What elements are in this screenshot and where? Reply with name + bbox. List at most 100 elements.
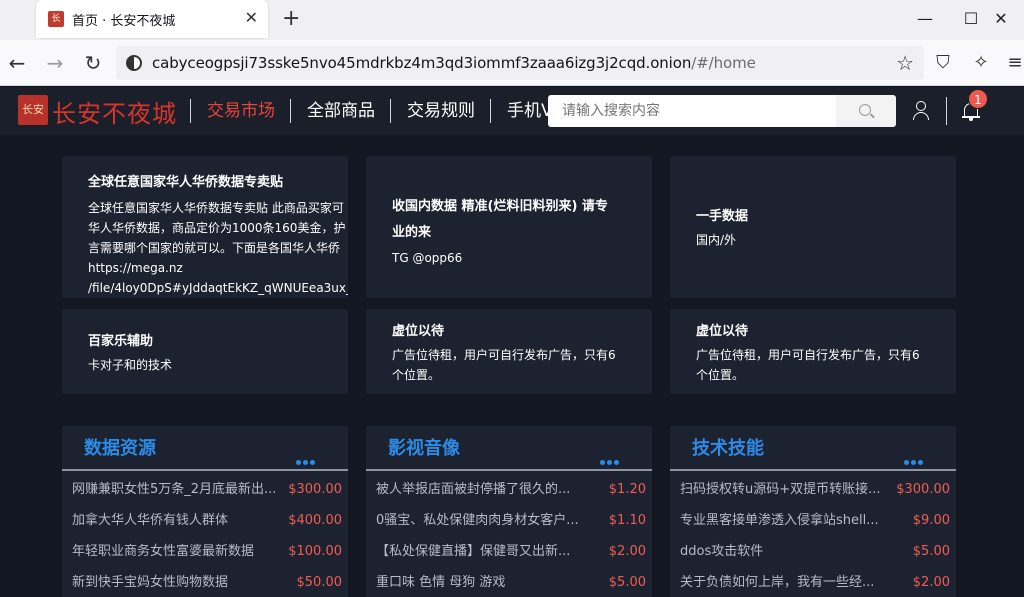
card-body: 国内/外 bbox=[696, 233, 737, 247]
item-name: 关于负债如何上岸，我有一些经... bbox=[680, 575, 875, 590]
item-name: 年轻职业商务女性富婆最新数据 bbox=[72, 544, 255, 559]
minimize-button[interactable]: — bbox=[902, 6, 948, 32]
info-card[interactable]: 虚位以待 广告位待租，用户可自行发布广告，只有6 个位置。 bbox=[366, 309, 652, 394]
user-icon[interactable] bbox=[912, 101, 930, 121]
category-panel-data: 数据资源 网赚兼职女性5万条_2月底最新出... $300.00 加拿大华人华侨… bbox=[62, 426, 348, 597]
nav-divider bbox=[190, 99, 191, 123]
card-title: 虚位以待 bbox=[392, 324, 445, 339]
item-name: ddos攻击软件 bbox=[680, 544, 764, 559]
list-item[interactable]: 年轻职业商务女性富婆最新数据 $100.00 bbox=[62, 536, 348, 567]
panel-header: 影视音像 bbox=[366, 426, 652, 471]
list-item[interactable]: 专业黑客接单渗透入侵拿站shell... $9.00 bbox=[670, 505, 956, 536]
app-menu-icon[interactable]: ≡ bbox=[1002, 52, 1024, 74]
site-logo[interactable]: 长安 bbox=[18, 95, 48, 125]
panel-title[interactable]: 数据资源 bbox=[84, 436, 156, 462]
item-price: $1.10 bbox=[608, 513, 646, 528]
header-divider bbox=[946, 97, 947, 125]
card-body: 卡对子和的技术 bbox=[88, 358, 173, 372]
browser-navigation-bar: ← → ↻ cabyceogpsji73sske5nvo45mdrkbz4m3q… bbox=[0, 40, 1024, 86]
panel-header: 数据资源 bbox=[62, 426, 348, 471]
list-item[interactable]: 关于负债如何上岸，我有一些经... $2.00 bbox=[670, 567, 956, 597]
panel-title[interactable]: 技术技能 bbox=[692, 436, 764, 462]
nav-all-products[interactable]: 全部商品 bbox=[307, 99, 375, 123]
url-host: cabyceogpsji73sske5nvo45mdrkbz4m3qd3iomm… bbox=[152, 54, 692, 72]
nav-divider bbox=[290, 99, 291, 123]
list-item[interactable]: 【私处保健直播】保健哥又出新... $2.00 bbox=[366, 536, 652, 567]
nav-divider bbox=[390, 99, 391, 123]
card-body: 广告位待租，用户可自行发布广告，只有6 个位置。 bbox=[392, 348, 616, 382]
card-title: 一手数据 bbox=[696, 209, 749, 224]
site-header: 长安 长安不夜城 交易市场 全部商品 交易规则 手机V bbox=[0, 87, 1024, 135]
back-button[interactable]: ← bbox=[2, 50, 32, 76]
item-name: 【私处保健直播】保健哥又出新... bbox=[376, 544, 571, 559]
site-name[interactable]: 长安不夜城 bbox=[52, 94, 177, 129]
list-item[interactable]: 网赚兼职女性5万条_2月底最新出... $300.00 bbox=[62, 474, 348, 505]
nav-divider bbox=[490, 99, 491, 123]
list-item[interactable]: 被人举报店面被封停播了很久的... $1.20 bbox=[366, 474, 652, 505]
broom-icon[interactable]: ✧ bbox=[968, 52, 994, 74]
info-card[interactable]: 全球任意国家华人华侨数据专卖贴 全球任意国家华人华侨数据专卖贴 此商品买家可 华… bbox=[62, 156, 348, 298]
card-body: TG @opp66 bbox=[392, 251, 463, 265]
list-item[interactable]: 重口味 色情 母狗 游戏 $5.00 bbox=[366, 567, 652, 597]
new-tab-button[interactable]: + bbox=[282, 6, 300, 32]
list-item[interactable]: 扫码授权转u源码+双提币转账接... $300.00 bbox=[670, 474, 956, 505]
site-favicon-icon: 长安 bbox=[48, 11, 64, 40]
card-title: 收国内数据 精准(烂料旧料别来) 请专 业的来 bbox=[392, 199, 608, 240]
item-price: $300.00 bbox=[896, 482, 950, 497]
bookmark-star-icon[interactable]: ☆ bbox=[896, 51, 914, 75]
browser-tab-bar: 长安 首页 · 长安不夜城 ✕ + — ☐ ✕ bbox=[0, 0, 1024, 40]
list-item[interactable]: 新到快手宝妈女性购物数据 $50.00 bbox=[62, 567, 348, 597]
info-card[interactable]: 一手数据 国内/外 bbox=[670, 156, 956, 298]
item-name: 新到快手宝妈女性购物数据 bbox=[72, 575, 229, 590]
item-price: $2.00 bbox=[912, 575, 950, 590]
item-price: $1.20 bbox=[608, 482, 646, 497]
address-bar[interactable]: cabyceogpsji73sske5nvo45mdrkbz4m3qd3iomm… bbox=[116, 46, 924, 80]
item-price: $2.00 bbox=[608, 544, 646, 559]
search-button[interactable] bbox=[836, 95, 896, 127]
url-path: /#/home bbox=[691, 54, 756, 72]
card-title: 虚位以待 bbox=[696, 324, 749, 339]
info-card[interactable]: 收国内数据 精准(烂料旧料别来) 请专 业的来 TG @opp66 bbox=[366, 156, 652, 298]
item-name: 0骚宝、私处保健肉肉身材女客户... bbox=[376, 513, 579, 528]
notification-badge: 1 bbox=[968, 89, 988, 109]
item-price: $50.00 bbox=[296, 575, 343, 590]
item-price: $9.00 bbox=[912, 513, 950, 528]
more-icon[interactable] bbox=[296, 450, 317, 465]
category-panel-media: 影视音像 被人举报店面被封停播了很久的... $1.20 0骚宝、私处保健肉肉身… bbox=[366, 426, 652, 597]
info-card[interactable]: 虚位以待 广告位待租，用户可自行发布广告，只有6 个位置。 bbox=[670, 309, 956, 394]
nav-mobile[interactable]: 手机V bbox=[507, 99, 553, 123]
browser-tab[interactable]: 长安 首页 · 长安不夜城 ✕ bbox=[36, 0, 268, 40]
item-name: 被人举报店面被封停播了很久的... bbox=[376, 482, 571, 497]
url-text[interactable]: cabyceogpsji73sske5nvo45mdrkbz4m3qd3iomm… bbox=[152, 54, 756, 72]
card-title: 百家乐辅助 bbox=[88, 334, 154, 349]
nav-trade-rules[interactable]: 交易规则 bbox=[407, 99, 475, 123]
more-icon[interactable] bbox=[904, 450, 925, 465]
forward-button[interactable]: → bbox=[40, 50, 70, 76]
search-icon bbox=[859, 104, 871, 116]
tor-onion-icon[interactable] bbox=[126, 55, 142, 71]
item-price: $400.00 bbox=[288, 513, 342, 528]
panel-header: 技术技能 bbox=[670, 426, 956, 471]
item-price: $100.00 bbox=[288, 544, 342, 559]
item-name: 加拿大华人华侨有钱人群体 bbox=[72, 513, 229, 528]
item-price: $300.00 bbox=[288, 482, 342, 497]
list-item[interactable]: 加拿大华人华侨有钱人群体 $400.00 bbox=[62, 505, 348, 536]
list-item[interactable]: ddos攻击软件 $5.00 bbox=[670, 536, 956, 567]
close-window-button[interactable]: ✕ bbox=[978, 6, 1024, 32]
category-panel-tech: 技术技能 扫码授权转u源码+双提币转账接... $300.00 专业黑客接单渗透… bbox=[670, 426, 956, 597]
item-name: 重口味 色情 母狗 游戏 bbox=[376, 575, 506, 590]
search-input[interactable] bbox=[548, 95, 836, 127]
tab-close-icon[interactable]: ✕ bbox=[245, 8, 258, 28]
item-name: 扫码授权转u源码+双提币转账接... bbox=[680, 482, 881, 497]
card-body: 全球任意国家华人华侨数据专卖贴 此商品买家可 华人华侨数据，商品定价为1000条… bbox=[88, 201, 348, 295]
tab-title: 首页 · 长安不夜城 bbox=[72, 14, 176, 29]
panel-title[interactable]: 影视音像 bbox=[388, 436, 460, 462]
info-card[interactable]: 百家乐辅助 卡对子和的技术 bbox=[62, 309, 348, 394]
list-item[interactable]: 0骚宝、私处保健肉肉身材女客户... $1.10 bbox=[366, 505, 652, 536]
nav-trading-market[interactable]: 交易市场 bbox=[207, 99, 275, 123]
item-price: $5.00 bbox=[608, 575, 646, 590]
shield-icon[interactable]: ⛉ bbox=[930, 52, 956, 74]
item-price: $5.00 bbox=[912, 544, 950, 559]
reload-button[interactable]: ↻ bbox=[78, 50, 108, 76]
more-icon[interactable] bbox=[600, 450, 621, 465]
